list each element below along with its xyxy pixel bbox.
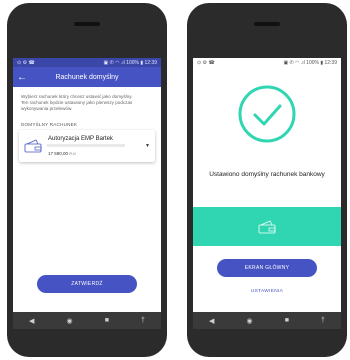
default-account-screen: ⊙ ⚙ ☎ ▣ ✆ ◠ .ıl 100% ▮ 12:39 ← Rachunek … — [13, 58, 161, 312]
nav-home-icon[interactable]: ◉ — [247, 317, 253, 325]
nav-extra-icon[interactable]: † — [321, 317, 325, 324]
nav-extra-icon[interactable]: † — [141, 317, 145, 324]
status-icons-left: ⊙ ⚙ ☎ — [17, 59, 35, 66]
nav-home-icon[interactable]: ◉ — [67, 317, 73, 325]
home-screen-button[interactable]: EKRAN GŁÓWNY — [217, 259, 317, 277]
nav-bar: ◀ ◉ ■ † — [193, 312, 341, 329]
section-label: DOMYŚLNY RACHUNEK — [21, 122, 78, 127]
settings-link[interactable]: USTAWIENIA — [193, 289, 341, 294]
account-name: Autoryzacja EMP Bartek — [48, 136, 113, 142]
balance-value: 17 590,00 — [48, 151, 69, 156]
account-selector[interactable]: Autoryzacja EMP Bartek 17 590,00 PLN ▼ — [19, 130, 155, 162]
status-icons-left: ⊙ ⚙ ☎ — [197, 59, 215, 66]
nav-bar: ◀ ◉ ■ † — [13, 312, 161, 329]
left-phone: ⊙ ⚙ ☎ ▣ ✆ ◠ .ıl 100% ▮ 12:39 ← Rachunek … — [7, 3, 167, 357]
account-balance: 17 590,00 PLN — [48, 151, 142, 156]
nav-recents-icon[interactable]: ■ — [285, 317, 289, 324]
status-bar: ⊙ ⚙ ☎ ▣ ✆ ◠ .ıl 100% ▮ 12:39 — [13, 58, 161, 67]
wallet-icon — [258, 219, 276, 233]
info-text: Wybierz rachunek który chcesz ustawić ja… — [21, 94, 133, 111]
confirm-button[interactable]: ZATWIERDŹ — [37, 275, 137, 293]
success-message: Ustawiono domyślny rachunek bankowy — [209, 171, 325, 178]
success-banner — [193, 207, 341, 246]
arrow-left-icon[interactable]: ← — [13, 72, 31, 83]
speaker — [74, 22, 100, 26]
masked-account-number — [47, 144, 125, 147]
status-icons-right: ▣ ✆ ◠ .ıl 100% ▮ 12:39 — [283, 59, 337, 66]
wallet-icon — [24, 139, 42, 153]
app-bar: ← Rachunek domyślny — [13, 67, 161, 87]
nav-back-icon[interactable]: ◀ — [29, 317, 34, 325]
page-title: Rachunek domyślny — [55, 73, 119, 81]
nav-back-icon[interactable]: ◀ — [209, 317, 214, 325]
status-bar: ⊙ ⚙ ☎ ▣ ✆ ◠ .ıl 100% ▮ 12:39 — [193, 58, 341, 67]
status-icons-right: ▣ ✆ ◠ .ıl 100% ▮ 12:39 — [103, 59, 157, 66]
speaker — [254, 22, 280, 26]
balance-currency: PLN — [69, 152, 76, 156]
success-screen: ⊙ ⚙ ☎ ▣ ✆ ◠ .ıl 100% ▮ 12:39 Ustawiono d… — [193, 58, 341, 312]
check-circle-icon — [238, 85, 296, 143]
right-phone: ⊙ ⚙ ☎ ▣ ✆ ◠ .ıl 100% ▮ 12:39 Ustawiono d… — [187, 3, 347, 357]
nav-recents-icon[interactable]: ■ — [105, 317, 109, 324]
chevron-down-icon[interactable]: ▼ — [145, 143, 150, 149]
